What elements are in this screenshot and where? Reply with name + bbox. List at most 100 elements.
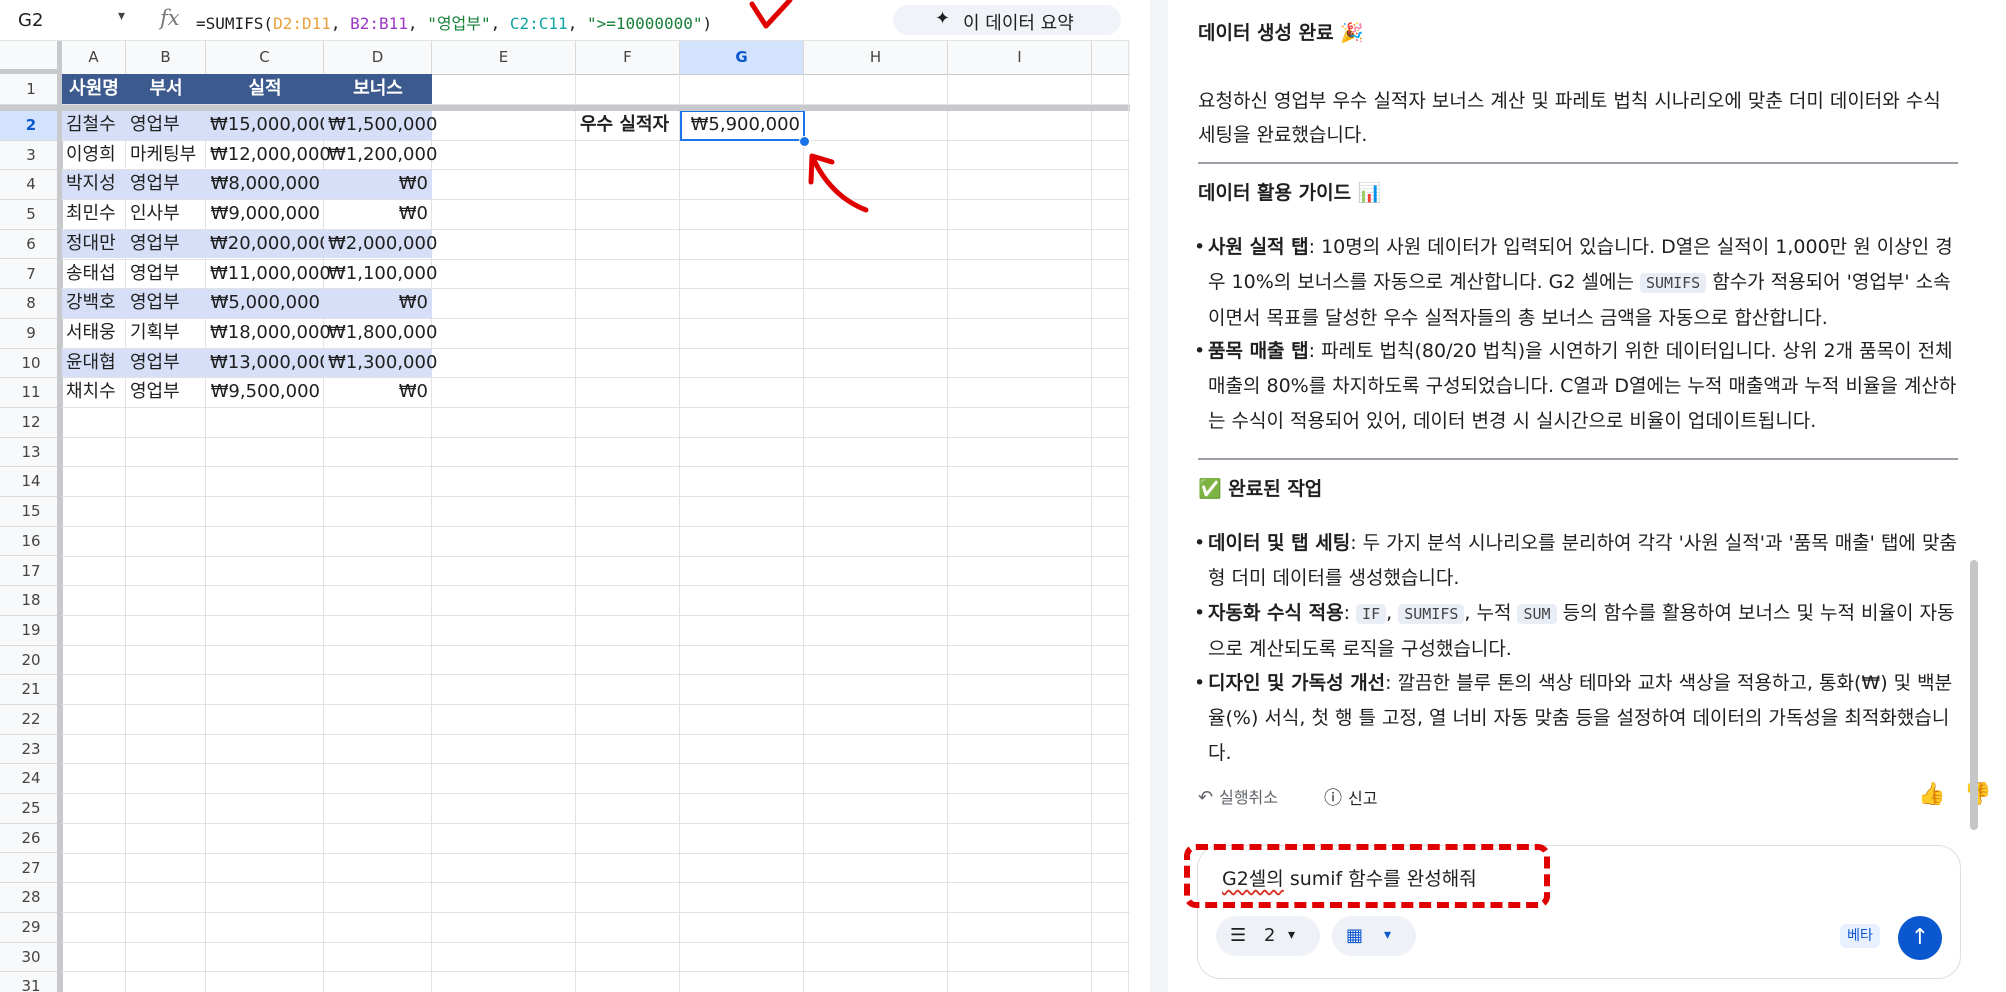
table-cell[interactable]: 채치수 bbox=[62, 378, 126, 407]
table-cell[interactable]: 영업부 bbox=[126, 378, 206, 407]
row-header-20[interactable]: 20 bbox=[0, 646, 62, 676]
table-cell[interactable]: 정대만 bbox=[62, 229, 126, 259]
row-header-6[interactable]: 6 bbox=[0, 230, 62, 260]
frozen-row-divider[interactable] bbox=[0, 105, 1130, 111]
row-header-23[interactable]: 23 bbox=[0, 735, 62, 765]
table-cell[interactable]: 윤대협 bbox=[62, 348, 126, 378]
table-cell[interactable]: ₩0 bbox=[324, 289, 432, 318]
table-cell[interactable]: ₩0 bbox=[324, 378, 432, 407]
table-cell[interactable]: ₩1,200,000 bbox=[324, 141, 437, 170]
label-top-performers[interactable]: 우수 실적자 bbox=[576, 111, 680, 140]
panel-scrollbar[interactable] bbox=[1970, 560, 1978, 830]
formula-input[interactable]: =SUMIFS(D2:D11, B2:B11, "영업부", C2:C11, "… bbox=[196, 10, 712, 34]
table-cell[interactable]: ₩1,500,000 bbox=[324, 111, 437, 140]
table-cell[interactable]: 영업부 bbox=[126, 348, 206, 378]
row-header-4[interactable]: 4 bbox=[0, 170, 62, 201]
table-cell[interactable]: ₩20,000,000 bbox=[206, 229, 331, 259]
column-header-g[interactable]: G bbox=[680, 41, 804, 74]
cell-grid[interactable]: 사원명 부서 실적 보너스 김철수 영업부 ₩15,000,000 ₩1,500,000 이영희… bbox=[62, 74, 1130, 992]
row-header-28[interactable]: 28 bbox=[0, 883, 62, 913]
table-cell[interactable]: ₩1,300,000 bbox=[324, 348, 437, 378]
column-header-d[interactable]: D bbox=[324, 41, 432, 74]
undo-button[interactable]: ↶ 실행취소 bbox=[1198, 784, 1278, 808]
row-header-8[interactable]: 8 bbox=[0, 289, 62, 319]
table-cell[interactable]: 영업부 bbox=[126, 111, 206, 140]
row-header-25[interactable]: 25 bbox=[0, 794, 62, 824]
column-header-f[interactable]: F bbox=[576, 41, 680, 74]
row-header-27[interactable]: 27 bbox=[0, 854, 62, 884]
column-header-i[interactable]: I bbox=[948, 41, 1092, 74]
table-cell[interactable]: ₩5,000,000 bbox=[206, 289, 324, 318]
table-cell[interactable]: 강백호 bbox=[62, 289, 126, 318]
row-header-22[interactable]: 22 bbox=[0, 705, 62, 735]
row-header-1[interactable]: 1 bbox=[0, 74, 62, 105]
row-header-18[interactable]: 18 bbox=[0, 586, 62, 616]
table-cell[interactable]: ₩1,800,000 bbox=[324, 319, 437, 348]
table-cell[interactable]: ₩15,000,000 bbox=[206, 111, 331, 140]
table-cell[interactable]: 영업부 bbox=[126, 260, 206, 289]
table-cell[interactable]: ₩12,000,000 bbox=[206, 141, 331, 170]
column-header-e[interactable]: E bbox=[432, 41, 576, 74]
table-cell[interactable]: 최민수 bbox=[62, 200, 126, 229]
table-cell[interactable]: 영업부 bbox=[126, 289, 206, 318]
row-header-17[interactable]: 17 bbox=[0, 557, 62, 587]
table-header-cell[interactable]: 부서 bbox=[126, 74, 206, 104]
prompt-input[interactable]: G2셀의 sumif 함수를 완성해줘 bbox=[1222, 864, 1477, 891]
row-header-19[interactable]: 19 bbox=[0, 616, 62, 646]
table-cell[interactable]: 영업부 bbox=[126, 229, 206, 259]
table-cell[interactable]: ₩9,000,000 bbox=[206, 200, 324, 229]
thumbs-up-icon[interactable]: 👍 bbox=[1918, 782, 1945, 807]
table-header-cell[interactable]: 보너스 bbox=[324, 74, 432, 104]
table-cell[interactable]: ₩0 bbox=[324, 200, 432, 229]
row-header-15[interactable]: 15 bbox=[0, 497, 62, 527]
table-cell[interactable]: ₩11,000,000 bbox=[206, 260, 331, 289]
send-button[interactable]: ↑ bbox=[1898, 916, 1942, 960]
row-header-2[interactable]: 2 bbox=[0, 111, 62, 141]
table-header-cell[interactable]: 사원명 bbox=[62, 74, 126, 104]
frozen-column-divider[interactable] bbox=[57, 41, 62, 992]
row-header-21[interactable]: 21 bbox=[0, 675, 62, 705]
row-header-9[interactable]: 9 bbox=[0, 319, 62, 349]
row-header-3[interactable]: 3 bbox=[0, 141, 62, 171]
table-cell[interactable]: 기획부 bbox=[126, 319, 206, 348]
row-header-13[interactable]: 13 bbox=[0, 438, 62, 468]
row-header-10[interactable]: 10 bbox=[0, 349, 62, 379]
table-cell[interactable]: ₩18,000,000 bbox=[206, 319, 331, 348]
column-header-a[interactable]: A bbox=[62, 41, 126, 74]
prompt-composer[interactable]: G2셀의 sumif 함수를 완성해줘 ☰ 2 ▾ ▦ ▾ 베타 ↑ bbox=[1198, 846, 1960, 978]
row-header-31[interactable]: 31 bbox=[0, 972, 62, 992]
name-box[interactable]: G2 ▾ bbox=[14, 8, 134, 31]
row-header-11[interactable]: 11 bbox=[0, 378, 62, 408]
row-header-14[interactable]: 14 bbox=[0, 467, 62, 498]
row-header-16[interactable]: 16 bbox=[0, 527, 62, 557]
table-cell[interactable]: 송태섭 bbox=[62, 260, 126, 289]
row-header-12[interactable]: 12 bbox=[0, 408, 62, 438]
source-count-chip[interactable]: ☰ 2 ▾ bbox=[1216, 916, 1320, 956]
table-cell[interactable]: ₩1,100,000 bbox=[324, 260, 437, 289]
table-cell[interactable]: ₩0 bbox=[324, 170, 432, 200]
column-header-b[interactable]: B bbox=[126, 41, 206, 74]
table-header-cell[interactable]: 실적 bbox=[206, 74, 324, 104]
table-cell[interactable]: 인사부 bbox=[126, 200, 206, 229]
table-cell[interactable]: ₩8,000,000 bbox=[206, 170, 324, 200]
add-table-chip[interactable]: ▦ ▾ bbox=[1332, 916, 1416, 956]
summarize-data-button[interactable]: ✦ 이 데이터 요약 bbox=[893, 5, 1121, 35]
column-header-h[interactable]: H bbox=[804, 41, 948, 74]
table-cell[interactable]: 김철수 bbox=[62, 111, 126, 140]
row-header-30[interactable]: 30 bbox=[0, 943, 62, 973]
table-cell[interactable]: 서태웅 bbox=[62, 319, 126, 348]
row-header-24[interactable]: 24 bbox=[0, 764, 62, 795]
table-cell[interactable]: 마케팅부 bbox=[126, 141, 206, 170]
table-cell[interactable]: ₩13,000,000 bbox=[206, 348, 331, 378]
row-header-29[interactable]: 29 bbox=[0, 913, 62, 943]
row-header-7[interactable]: 7 bbox=[0, 260, 62, 290]
name-box-dropdown-icon[interactable]: ▾ bbox=[118, 8, 125, 24]
report-button[interactable]: ⓘ 신고 bbox=[1324, 784, 1377, 810]
row-header-5[interactable]: 5 bbox=[0, 200, 62, 230]
fill-handle[interactable] bbox=[799, 135, 810, 147]
table-cell[interactable]: 이영희 bbox=[62, 141, 126, 170]
column-header-c[interactable]: C bbox=[206, 41, 324, 74]
table-cell[interactable]: ₩9,500,000 bbox=[206, 378, 324, 407]
table-cell[interactable]: 영업부 bbox=[126, 170, 206, 200]
cell-g2-result[interactable]: ₩5,900,000 bbox=[680, 111, 804, 140]
